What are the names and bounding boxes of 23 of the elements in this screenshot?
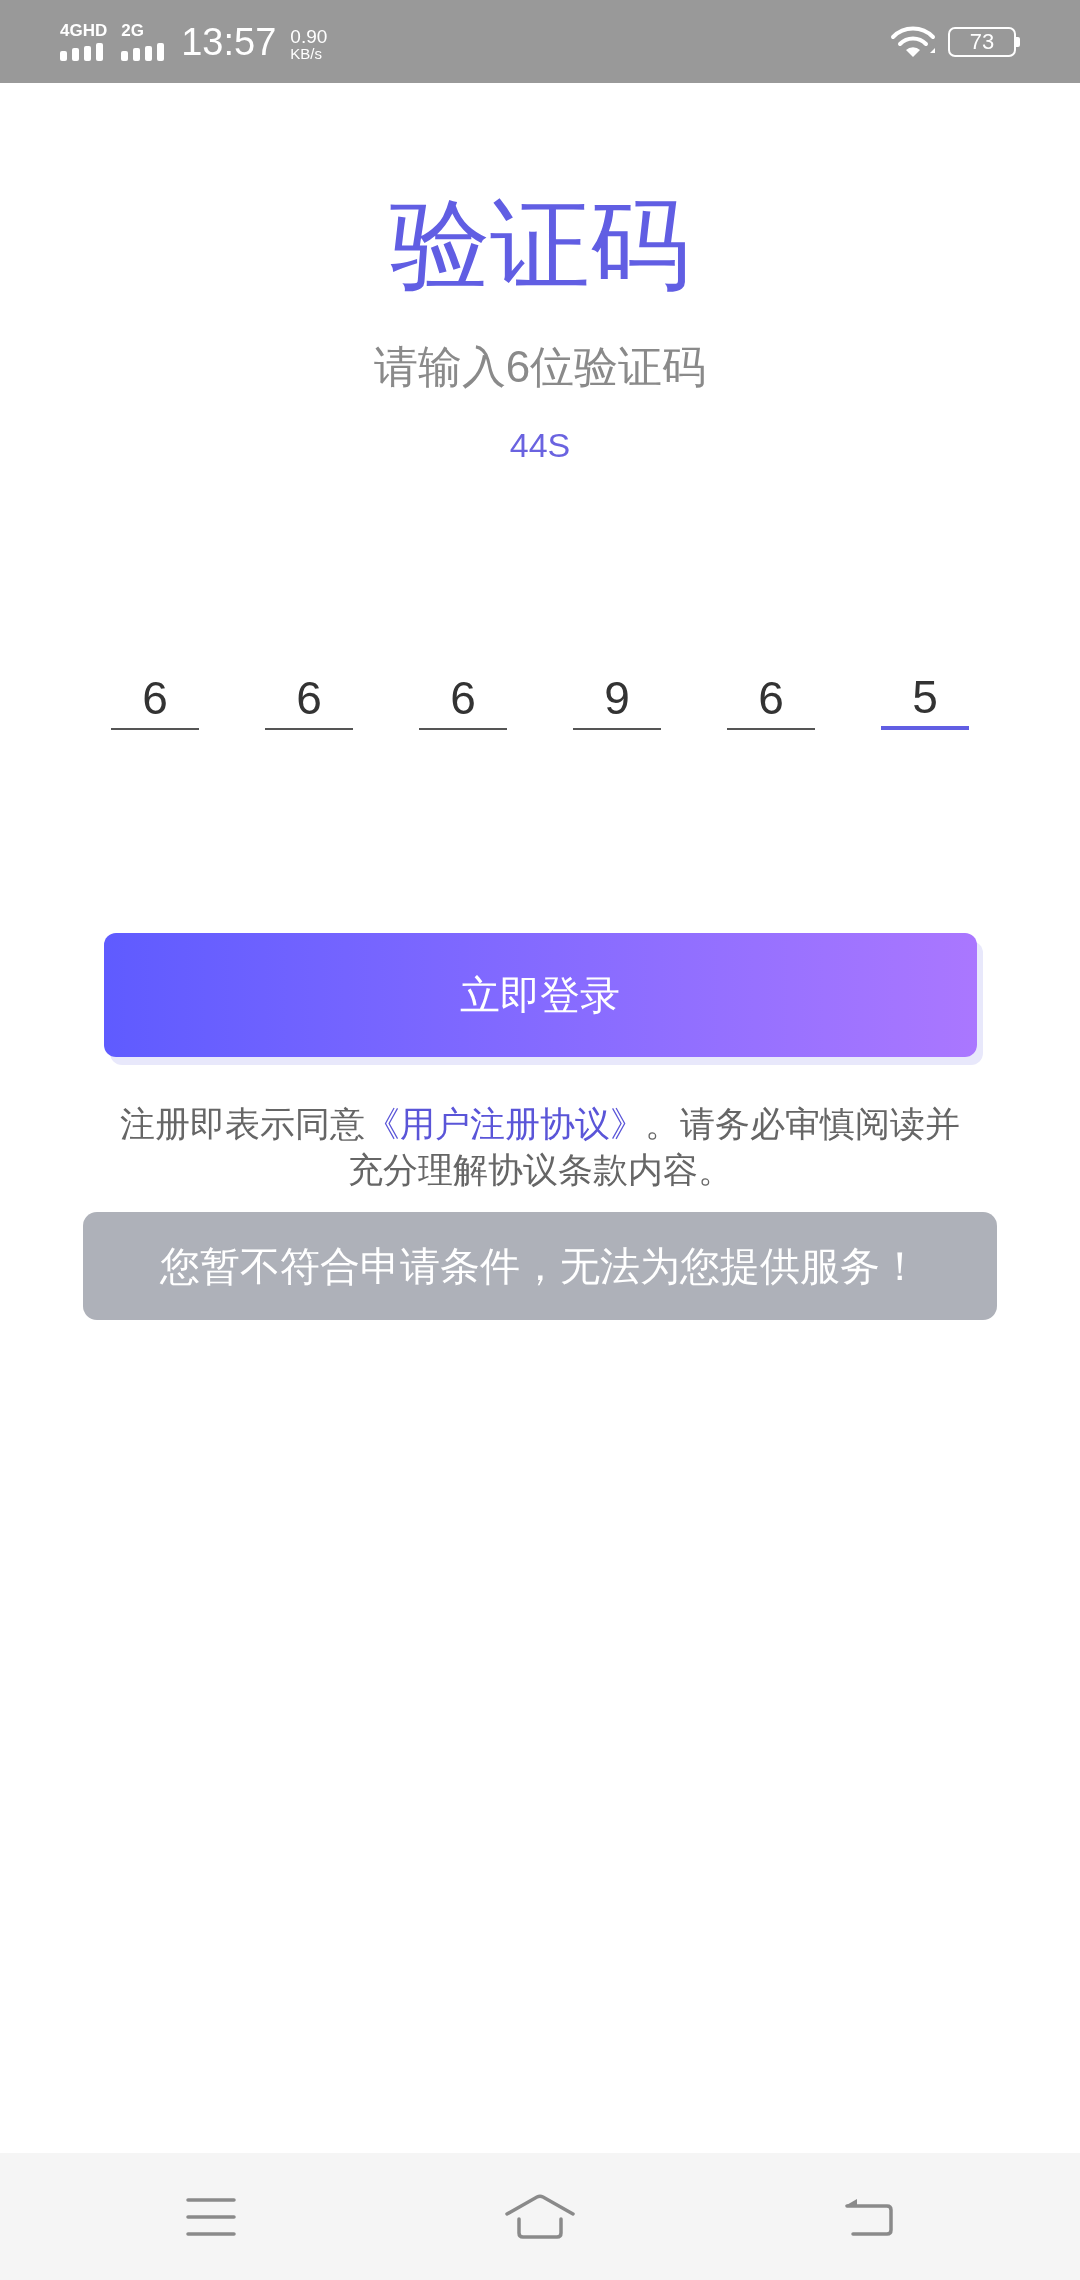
network-label: 2G <box>121 22 144 39</box>
home-icon[interactable] <box>504 2193 576 2240</box>
countdown-timer: 44S <box>509 425 571 465</box>
battery-tip-icon <box>1016 36 1020 47</box>
agreement-link[interactable]: 《用户注册协议》 <box>365 1104 645 1143</box>
code-digit-field[interactable]: 9 <box>573 668 661 730</box>
code-digit-field[interactable]: 6 <box>419 668 507 730</box>
network-speed: 0.90 <box>290 27 328 46</box>
code-digit-field[interactable]: 6 <box>265 668 353 730</box>
menu-icon[interactable] <box>185 2196 237 2237</box>
battery-level: 73 <box>948 26 1016 57</box>
subtitle: 请输入6位验证码 <box>373 341 707 393</box>
signal-icon <box>60 43 106 61</box>
code-digit-field[interactable]: 5 <box>881 668 969 730</box>
agreement-text: 注册即表示同意《用户注册协议》。请务必审慎阅读并充分理解协议条款内容。 <box>119 1103 961 1191</box>
network-label: 4GHD <box>60 22 108 39</box>
wifi-icon <box>890 24 936 59</box>
code-digit-field[interactable]: 6 <box>111 668 199 730</box>
page-title: 验证码 <box>390 185 690 305</box>
speed-unit: KB/s <box>290 46 323 61</box>
code-digit-field[interactable]: 6 <box>727 668 815 730</box>
toast-message: 您暂不符合申请条件，无法为您提供服务！ <box>83 1212 997 1320</box>
clock-time: 13:57 <box>181 23 277 61</box>
